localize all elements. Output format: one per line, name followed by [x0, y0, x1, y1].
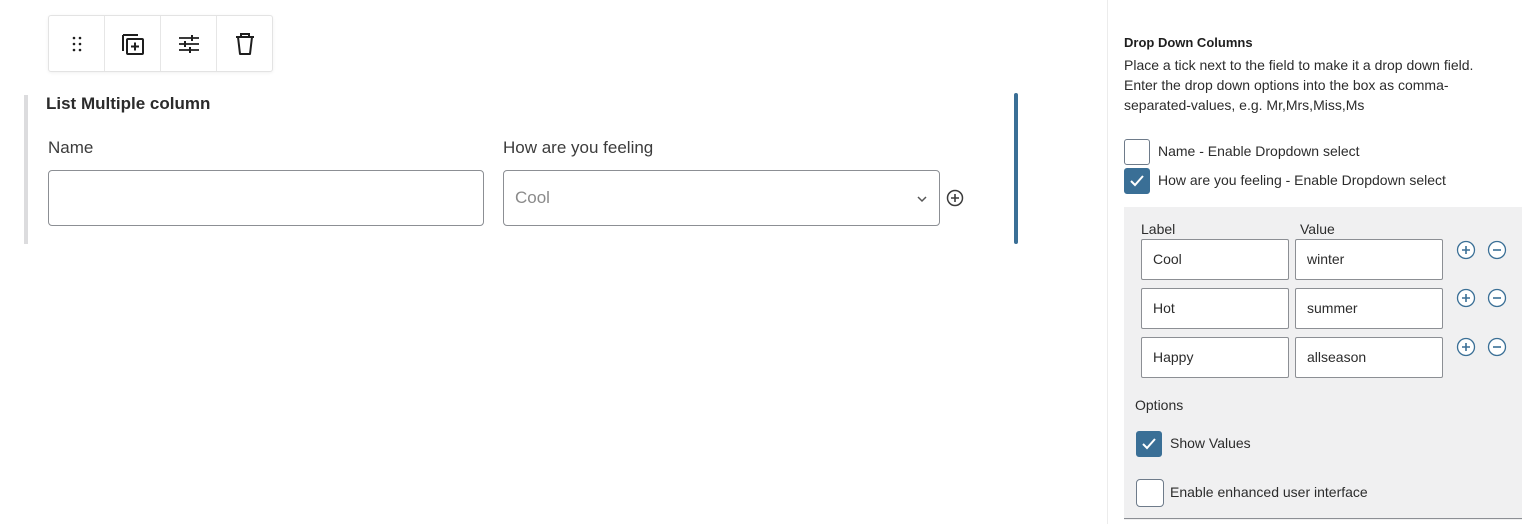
- option-value-input[interactable]: winter: [1295, 239, 1443, 280]
- remove-option-icon[interactable]: [1487, 337, 1507, 357]
- check-icon: [1142, 438, 1156, 450]
- trash-icon: [235, 32, 254, 55]
- feeling-dropdown-label: How are you feeling - Enable Dropdown se…: [1158, 172, 1446, 188]
- option-label-input[interactable]: Happy: [1141, 337, 1289, 378]
- sidebar-section-title: Drop Down Columns: [1124, 35, 1253, 50]
- check-icon: [1130, 175, 1144, 187]
- column-label-name: Name: [48, 138, 94, 157]
- feeling-select[interactable]: Cool: [503, 170, 940, 226]
- sidebar-description: Place a tick next to the field to make i…: [1124, 57, 1474, 113]
- add-option-icon[interactable]: [1456, 337, 1476, 357]
- feeling-select-value: Cool: [515, 188, 550, 207]
- option-value-input[interactable]: summer: [1295, 288, 1443, 329]
- feeling-dropdown-checkbox[interactable]: [1124, 168, 1150, 194]
- settings-button[interactable]: [161, 16, 217, 71]
- block-toolbar: [48, 15, 273, 72]
- add-option-icon[interactable]: [1456, 240, 1476, 260]
- add-option-icon[interactable]: [1456, 288, 1476, 308]
- show-values-label: Show Values: [1170, 435, 1251, 451]
- show-values-checkbox[interactable]: [1136, 431, 1162, 457]
- block-selection-indicator: [1014, 93, 1018, 244]
- option-value-input[interactable]: allseason: [1295, 337, 1443, 378]
- drag-handle-icon: [72, 36, 81, 51]
- name-dropdown-checkbox[interactable]: [1124, 139, 1150, 165]
- option-label-input[interactable]: Cool: [1141, 239, 1289, 280]
- remove-option-icon[interactable]: [1487, 288, 1507, 308]
- drag-handle-button[interactable]: [49, 16, 105, 71]
- sliders-icon: [178, 34, 199, 53]
- block-title: List Multiple column: [46, 94, 211, 113]
- name-input[interactable]: [48, 170, 484, 226]
- option-label-input[interactable]: Hot: [1141, 288, 1289, 329]
- label-column-header: Label: [1141, 221, 1176, 237]
- duplicate-button[interactable]: [105, 16, 161, 71]
- column-label-feeling: How are you feeling: [503, 138, 654, 157]
- remove-option-icon[interactable]: [1487, 240, 1507, 260]
- enhanced-ui-label: Enable enhanced user interface: [1170, 484, 1368, 500]
- value-column-header: Value: [1300, 221, 1335, 237]
- delete-button[interactable]: [217, 16, 272, 71]
- block-left-border: [24, 95, 28, 244]
- duplicate-icon: [121, 33, 144, 55]
- enhanced-ui-checkbox[interactable]: [1136, 479, 1164, 507]
- options-heading: Options: [1135, 397, 1184, 413]
- chevron-down-icon: [917, 196, 927, 203]
- sidebar-divider: [1124, 518, 1522, 519]
- add-row-icon[interactable]: [946, 189, 964, 207]
- name-dropdown-label: Name - Enable Dropdown select: [1158, 143, 1360, 159]
